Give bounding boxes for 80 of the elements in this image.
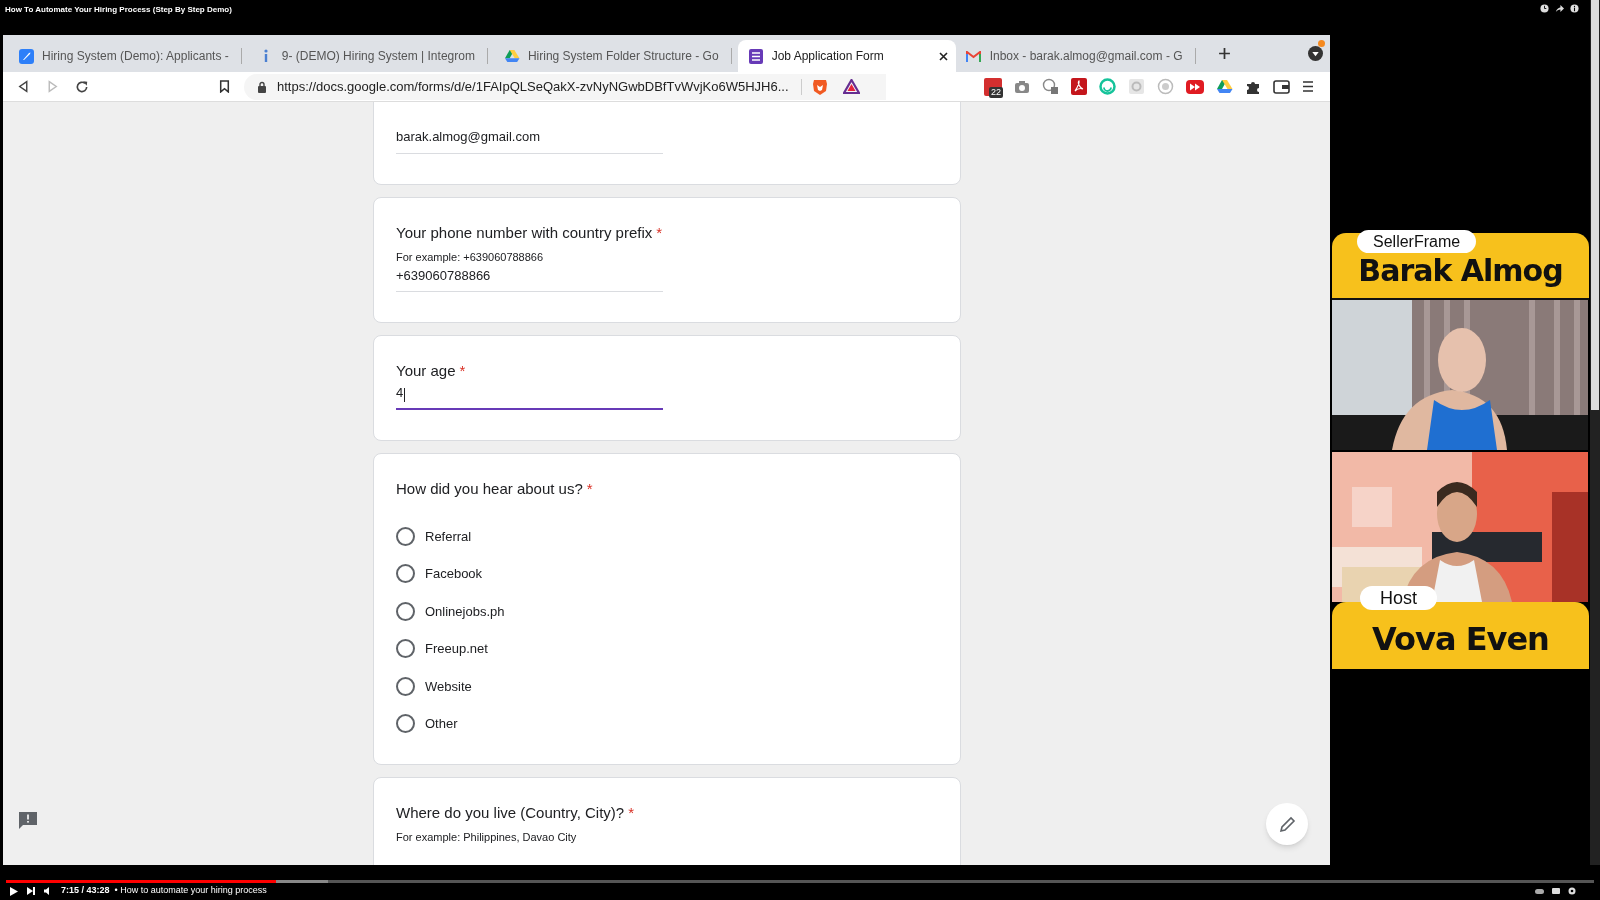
browser-tab[interactable]: Hiring System Folder Structure - Go	[493, 40, 738, 72]
browser-tab[interactable]: Hiring System (Demo): Applicants -	[8, 40, 248, 72]
info-icon[interactable]	[1570, 4, 1579, 13]
toggle-icon[interactable]	[1535, 888, 1544, 894]
clock-icon[interactable]	[1540, 4, 1549, 13]
required-mark: *	[459, 361, 466, 381]
pencil-icon	[1278, 815, 1296, 833]
volume-icon[interactable]	[44, 887, 52, 895]
radio-button[interactable]	[396, 601, 415, 621]
tab-title: 9- (DEMO) Hiring System | Integrom	[281, 48, 475, 65]
browser-tab[interactable]: Inbox - barak.almog@gmail.com - G	[955, 40, 1202, 72]
back-icon[interactable]	[17, 80, 30, 93]
scrollbar[interactable]	[1590, 0, 1600, 865]
mail-icon	[966, 50, 982, 62]
option-label: Other	[425, 715, 458, 733]
info-icon	[262, 49, 269, 63]
url-text: https://docs.google.com/forms/d/e/1FAIpQLSeQakX-zvNyNGwbDBfTvWvjKo6W5HJH6...	[277, 77, 789, 96]
triangle-icon[interactable]	[842, 79, 860, 94]
extension-badge: 22	[989, 86, 1003, 98]
tab-title: Job Application Form	[771, 48, 884, 65]
lion-icon[interactable]	[811, 77, 828, 96]
required-mark: *	[586, 479, 593, 499]
tab-title: Hiring System Folder Structure - Go	[527, 48, 719, 65]
reload-icon[interactable]	[75, 79, 89, 94]
question-hint: For example: Philippines, Davao City	[396, 830, 578, 845]
camera-icon[interactable]	[1014, 79, 1030, 94]
required-mark: *	[628, 802, 634, 823]
fast-forward-icon[interactable]	[1186, 79, 1204, 94]
bookmark-icon[interactable]	[219, 80, 230, 93]
dropdown-icon[interactable]	[1308, 46, 1323, 61]
radio-button[interactable]	[396, 714, 415, 734]
question-title: Your age	[396, 361, 456, 381]
play-icon[interactable]	[10, 886, 18, 896]
close-icon[interactable]	[938, 51, 948, 61]
question-title: Your phone number with country prefix	[396, 222, 653, 243]
lock-icon	[257, 80, 267, 93]
presenter-name: Barak Almog	[1358, 252, 1563, 290]
answer-field[interactable]: barak.almog@gmail.com	[396, 127, 663, 154]
question-title: How did you hear about us?	[396, 479, 583, 499]
drive-icon[interactable]	[1216, 79, 1233, 94]
rocket-icon	[18, 48, 34, 64]
edit-button[interactable]	[1266, 803, 1308, 845]
question-title: Where do you live (Country, City)?	[396, 802, 625, 823]
chapter-link[interactable]: • How to automate your hiring process	[114, 884, 267, 898]
option-label: Website	[425, 677, 472, 696]
tab-title: Inbox - barak.almog@gmail.com - G	[989, 48, 1183, 65]
menu-icon[interactable]	[1302, 80, 1314, 93]
drive-icon	[503, 49, 520, 63]
radio-button[interactable]	[396, 676, 415, 696]
progress-track[interactable]	[6, 880, 1594, 883]
option-label: Freeup.net	[425, 640, 488, 658]
form-icon	[748, 48, 763, 64]
feedback-icon[interactable]	[18, 811, 38, 829]
question-hint: For example: +639060788866	[396, 250, 545, 265]
radio-button[interactable]	[396, 526, 415, 546]
required-mark: *	[656, 222, 663, 243]
radio-button[interactable]	[396, 639, 415, 659]
option-label: Facebook	[425, 565, 483, 583]
time-display: 7:15 / 43:28	[61, 884, 110, 898]
video-title: How To Automate Your Hiring Process (Step By Step Demo)	[5, 4, 232, 16]
browser-tab[interactable]: 9- (DEMO) Hiring System | Integrom	[247, 40, 494, 72]
option-label: Onlinejobs.ph	[425, 602, 505, 621]
share-icon[interactable]	[1555, 4, 1564, 13]
tab-title: Hiring System (Demo): Applicants -	[42, 48, 229, 65]
name-tag: SellerFrame	[1357, 230, 1477, 253]
answer-field[interactable]: +639060788866	[396, 265, 663, 292]
settings-icon[interactable]	[1568, 887, 1576, 895]
calendar-extension-icon[interactable]: 22	[984, 77, 1002, 96]
pdf-icon[interactable]	[1071, 78, 1087, 95]
name-tag: Host	[1360, 586, 1437, 610]
answer-field[interactable]: 4	[396, 382, 663, 410]
clock-calendar-icon[interactable]	[1042, 78, 1059, 95]
radio-button[interactable]	[396, 564, 415, 584]
option-label: Referral	[425, 527, 472, 546]
next-icon[interactable]	[27, 887, 35, 895]
presenter-name: Vova Even	[1372, 619, 1549, 660]
wallet-icon[interactable]	[1273, 79, 1290, 94]
browser-tab[interactable]: Job Application Form	[737, 40, 956, 72]
address-bar[interactable]: https://docs.google.com/forms/d/e/1FAIpQLSeQakX-zvNyNGwbDBfTvWvjKo6W5HJH6...	[244, 73, 886, 100]
new-tab-icon[interactable]	[1217, 47, 1231, 60]
